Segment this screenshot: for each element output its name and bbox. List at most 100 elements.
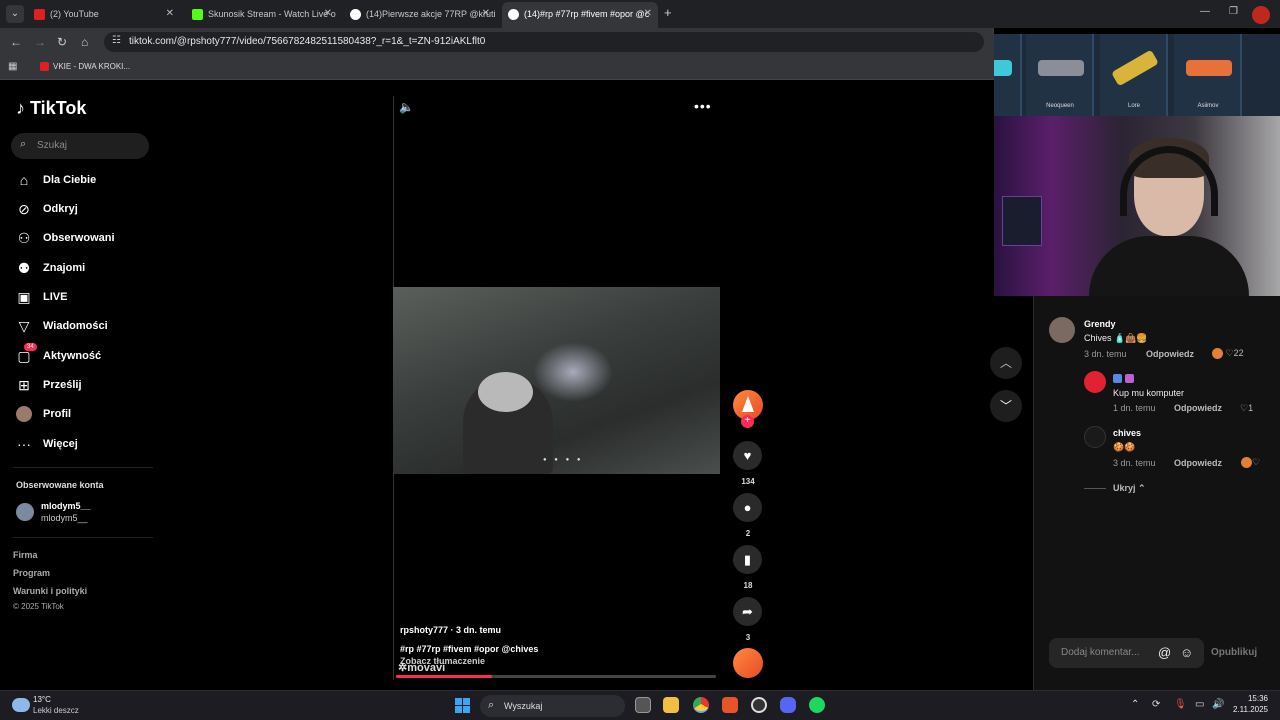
tab-kick[interactable]: Skunosik Stream - Watch Live o ✕: [186, 4, 338, 24]
maximize-button[interactable]: ❐: [1229, 6, 1238, 17]
volume-icon[interactable]: 🔊: [1212, 699, 1224, 710]
discord-icon[interactable]: [780, 697, 796, 713]
nav-for-you[interactable]: ⌂ Dla Ciebie: [16, 170, 156, 192]
mention-icon[interactable]: @: [1158, 645, 1171, 660]
notification-badge: 34: [24, 343, 37, 351]
nav-more[interactable]: ··· Więcej: [16, 434, 156, 456]
spotify-icon[interactable]: [809, 697, 825, 713]
more-options-icon[interactable]: •••: [694, 98, 712, 114]
task-view-icon[interactable]: [635, 697, 651, 713]
video-progress-bar[interactable]: [396, 675, 716, 678]
file-explorer-icon[interactable]: [663, 697, 679, 713]
reload-icon[interactable]: ↻: [57, 35, 67, 49]
followed-account-item[interactable]: mlodym5__ mlodym5__: [16, 500, 156, 526]
comment-button[interactable]: ●: [733, 493, 762, 522]
footer-link-program[interactable]: Program: [13, 568, 50, 578]
movavi-logo-icon: ✲: [398, 662, 408, 674]
nav-live[interactable]: ▣ LIVE: [16, 287, 156, 309]
video-author[interactable]: rpshoty777 · 3 dn. temu: [400, 625, 501, 635]
previous-video-button[interactable]: ︿: [990, 347, 1022, 379]
footer-link-terms[interactable]: Warunki i polityki: [13, 586, 87, 596]
live-icon: ▣: [17, 289, 31, 305]
video-hashtags[interactable]: #rp #77rp #fivem #opor @chives: [400, 644, 538, 654]
comment-author[interactable]: Grendy: [1084, 319, 1116, 329]
comment-author-badges[interactable]: [1113, 374, 1134, 385]
upload-icon: ⊞: [18, 377, 30, 393]
tray-overflow-icon[interactable]: ⌃: [1131, 699, 1139, 710]
nav-explore[interactable]: ⊘ Odkryj: [16, 199, 156, 221]
address-bar[interactable]: ☷ tiktok.com/@rpshoty777/video/756678248…: [104, 32, 984, 52]
hide-replies-button[interactable]: Ukryj ⌃: [1113, 483, 1146, 494]
tab-youtube[interactable]: (2) YouTube ✕: [28, 4, 180, 24]
home-icon[interactable]: ⌂: [81, 35, 88, 49]
bookmark-item[interactable]: VKIE - DWA KROKI...: [40, 62, 130, 72]
steam-icon[interactable]: [751, 697, 767, 713]
comment-author[interactable]: chives: [1113, 428, 1141, 438]
footer-link-company[interactable]: Firma: [13, 550, 38, 560]
nav-activity[interactable]: ▢ 34 Aktywność: [16, 343, 156, 368]
save-button[interactable]: ▮: [733, 545, 762, 574]
weather-temperature[interactable]: 13°C: [33, 695, 51, 704]
comment-input[interactable]: Dodaj komentar... @ ☺: [1049, 638, 1204, 668]
reply-button[interactable]: Odpowiedz: [1174, 458, 1222, 468]
tab-search-button[interactable]: ⌄: [6, 5, 24, 23]
webcam-content: [1002, 196, 1042, 246]
nav-label: Znajomi: [43, 262, 86, 274]
close-icon[interactable]: ✕: [166, 4, 174, 24]
sync-icon[interactable]: ⟳: [1152, 699, 1160, 710]
close-icon[interactable]: ✕: [324, 4, 332, 24]
reply-button[interactable]: Odpowiedz: [1146, 349, 1194, 359]
new-tab-button[interactable]: +: [664, 5, 672, 20]
nav-profile[interactable]: Profil: [16, 404, 156, 426]
chrome-icon[interactable]: [693, 697, 709, 713]
tab-tiktok-1[interactable]: (14)Pierwsze akcje 77RP @kruti ✕: [344, 4, 496, 24]
profile-avatar[interactable]: [1252, 6, 1270, 24]
music-disc-icon[interactable]: [733, 648, 763, 678]
apps-icon[interactable]: ▦: [8, 61, 17, 72]
nav-friends[interactable]: ⚉ Znajomi: [16, 258, 156, 280]
brave-icon[interactable]: [722, 697, 738, 713]
windows-start-icon[interactable]: [455, 698, 470, 713]
taskbar-time[interactable]: 15:36: [1240, 694, 1268, 703]
weather-cloud-icon[interactable]: [12, 698, 30, 712]
minimize-button[interactable]: —: [1200, 6, 1210, 17]
close-icon[interactable]: ✕: [644, 2, 652, 26]
like-button[interactable]: ♥: [733, 441, 762, 470]
volume-icon[interactable]: 🔈: [399, 100, 414, 114]
comment-like-button[interactable]: ♡: [1241, 457, 1261, 469]
taskbar-search[interactable]: ⌕ Wyszukaj: [480, 695, 625, 717]
video-frame[interactable]: ● ● ● ●: [393, 287, 720, 474]
comment-input-placeholder: Dodaj komentar...: [1061, 647, 1140, 658]
search-input[interactable]: ⌕ Szukaj: [11, 133, 149, 159]
comment-like-button[interactable]: ♡1: [1240, 403, 1253, 414]
nav-following[interactable]: ⚇ Obserwowani: [16, 228, 156, 250]
post-comment-button[interactable]: Opublikuj: [1211, 647, 1257, 658]
tiktok-icon: [508, 9, 519, 21]
nav-upload[interactable]: ⊞ Prześlij: [16, 375, 156, 397]
watermark: ✲movavi: [398, 661, 445, 674]
tiktok-logo[interactable]: ♪ TikTok: [16, 98, 86, 119]
tab-tiktok-active[interactable]: (14)#rp #77rp #fivem #opor @c ✕: [502, 2, 658, 28]
heart-outline-icon: ♡: [1252, 457, 1261, 467]
taskbar-date[interactable]: 2.11.2025: [1232, 705, 1268, 714]
comment-icon: ●: [743, 500, 752, 515]
share-button[interactable]: ➦: [733, 597, 762, 626]
emoji-icon[interactable]: ☺: [1180, 645, 1193, 660]
forward-icon[interactable]: →: [34, 35, 46, 49]
site-info-icon[interactable]: ☷: [112, 35, 121, 46]
next-video-button[interactable]: ﹀: [990, 390, 1022, 422]
back-icon[interactable]: ←: [10, 35, 22, 49]
nav-messages[interactable]: ▽ Wiadomości: [16, 316, 156, 338]
comment-avatar[interactable]: [1084, 371, 1106, 393]
weather-description[interactable]: Lekki deszcz: [33, 706, 79, 715]
chevron-up-icon: ⌃: [1138, 483, 1146, 493]
close-icon[interactable]: ✕: [482, 4, 490, 24]
comment-avatar[interactable]: [1049, 317, 1075, 343]
heart-icon: ♥: [743, 448, 752, 463]
follow-plus-icon[interactable]: +: [741, 415, 754, 428]
reply-button[interactable]: Odpowiedz: [1174, 403, 1222, 413]
comment-avatar[interactable]: [1084, 426, 1106, 448]
display-icon[interactable]: ▭: [1195, 699, 1204, 710]
comment-like-button[interactable]: ♡22: [1212, 348, 1244, 360]
microphone-icon[interactable]: 🎙: [1174, 699, 1187, 710]
